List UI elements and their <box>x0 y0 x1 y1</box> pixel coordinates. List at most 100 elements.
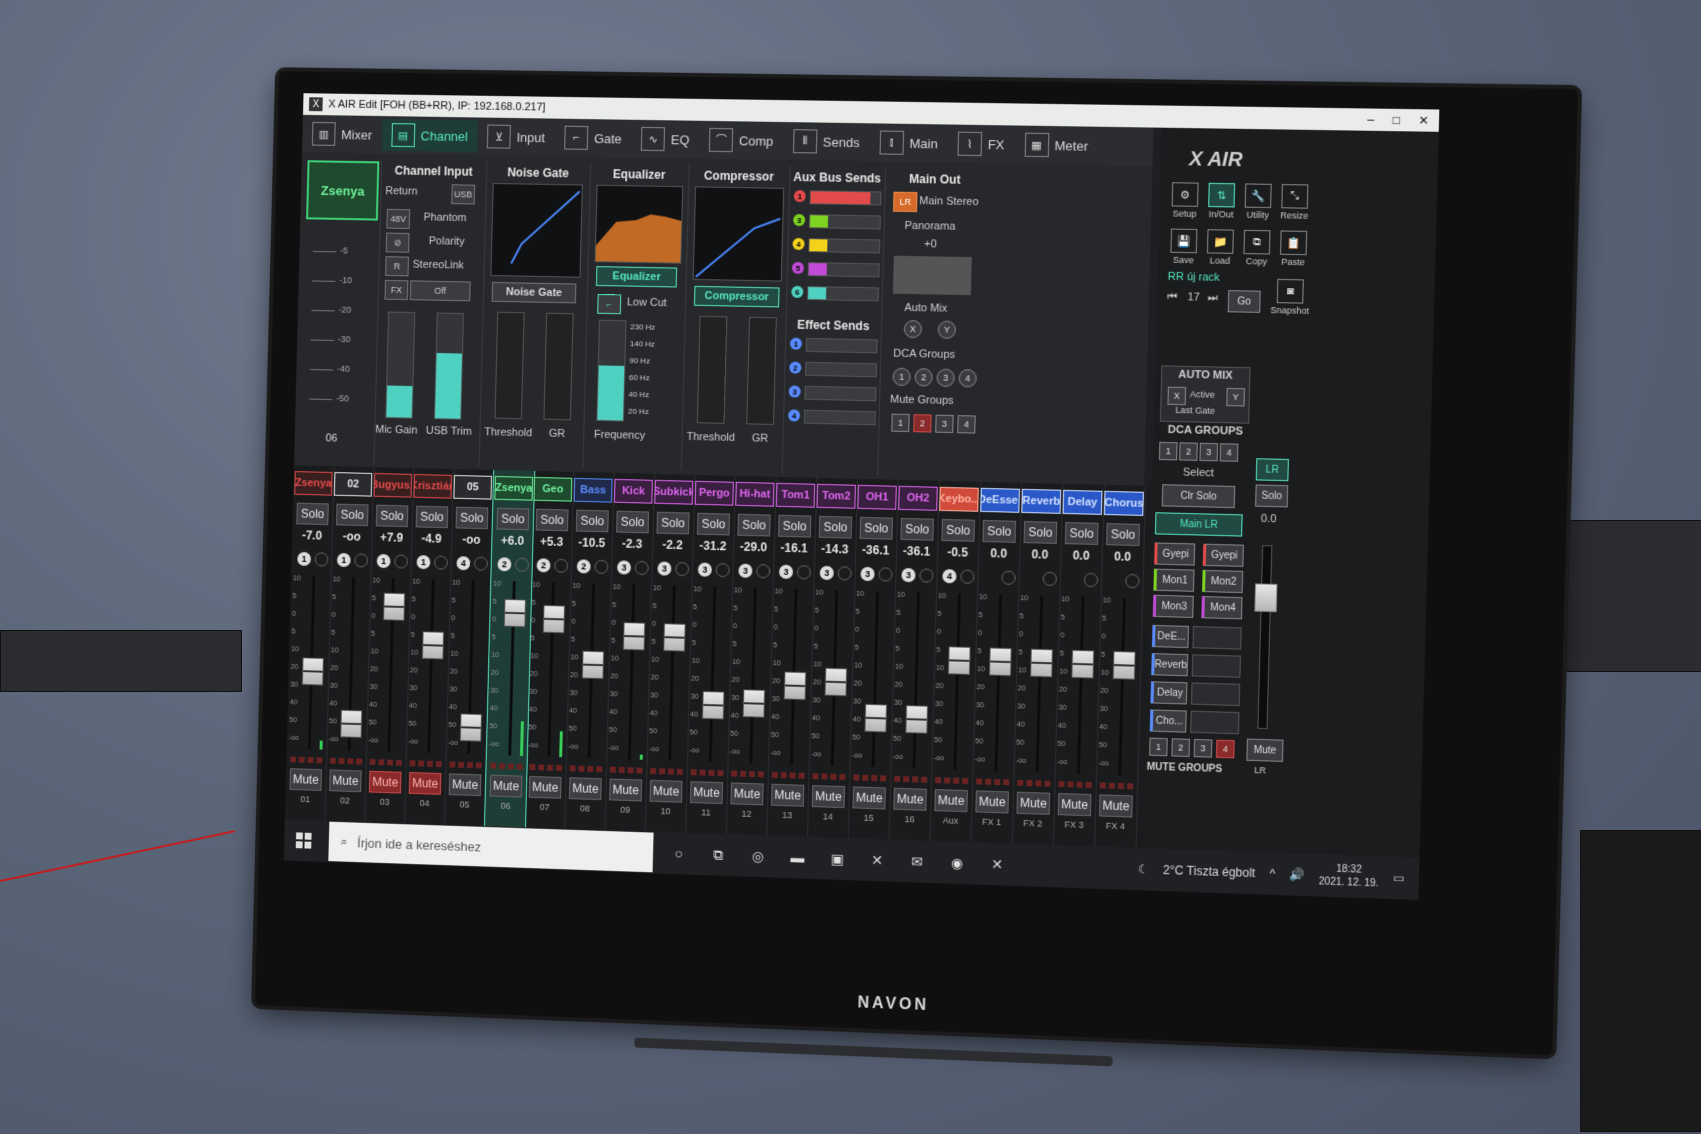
fx-send-fader[interactable] <box>805 337 878 354</box>
fader-track[interactable] <box>708 586 717 762</box>
solo-button[interactable]: Solo <box>616 510 650 534</box>
mute-group-1[interactable]: 1 <box>1149 737 1168 757</box>
explorer-icon[interactable]: ▬ <box>783 843 812 872</box>
mic-gain-meter[interactable] <box>385 311 416 419</box>
automix-x-button[interactable]: X <box>903 319 923 339</box>
solo-button[interactable]: Solo <box>656 511 690 535</box>
solo-button[interactable]: Solo <box>455 506 489 530</box>
bus-mon2-button[interactable]: Mon2 <box>1202 569 1244 594</box>
windows-start-icon[interactable] <box>295 832 312 849</box>
cortana-icon[interactable]: ○ <box>665 839 693 868</box>
tab-sends[interactable]: ⫴ Sends <box>783 125 870 158</box>
strip-dca-dot[interactable] <box>1001 570 1016 585</box>
tab-mixer[interactable]: ▥ Mixer <box>302 118 382 151</box>
solo-button[interactable]: Solo <box>415 505 449 529</box>
comp-threshold-fader[interactable] <box>696 315 728 424</box>
save-button[interactable]: 💾 Save <box>1164 228 1203 265</box>
solo-button[interactable]: Solo <box>737 513 771 537</box>
strip-name[interactable]: OH2 <box>898 485 938 511</box>
xair-icon[interactable]: ✕ <box>863 846 892 875</box>
mute-button[interactable]: Mute <box>489 774 523 798</box>
usb-trim-meter[interactable] <box>433 312 465 420</box>
strip-dca-badge[interactable]: 3 <box>860 566 875 582</box>
noise-gate-button[interactable]: Noise Gate <box>491 281 577 304</box>
fader-knob[interactable] <box>783 671 807 700</box>
low-cut-toggle[interactable]: ⌐ <box>597 293 622 315</box>
solo-button[interactable]: Solo <box>1023 520 1058 544</box>
strip-dca-dot[interactable] <box>634 560 649 576</box>
strip-dca-dot[interactable] <box>394 554 409 569</box>
fader-track[interactable] <box>912 592 921 769</box>
fader-knob[interactable] <box>383 592 406 621</box>
mute-button[interactable]: Mute <box>1057 793 1092 817</box>
strip-dca-dot[interactable] <box>715 562 730 578</box>
automix-x-toggle[interactable]: X <box>1167 386 1187 406</box>
strip-name[interactable]: OH1 <box>857 484 897 510</box>
lr-solo-button[interactable]: Solo <box>1255 484 1289 508</box>
dca-group-2[interactable]: 2 <box>1179 442 1198 461</box>
fx-return-2[interactable]: Delay <box>1150 681 1188 705</box>
fader-knob[interactable] <box>1112 650 1136 680</box>
fader-knob[interactable] <box>340 709 363 738</box>
strip-dca-dot[interactable] <box>756 564 771 579</box>
strip-dca-dot[interactable] <box>837 566 852 581</box>
fx-return-1[interactable]: Reverb <box>1151 653 1189 677</box>
bus-mon3-button[interactable]: Mon3 <box>1152 594 1194 618</box>
strip-name[interactable]: Zsenya <box>294 471 333 496</box>
taskbar-search-box[interactable]: ⌕ Írjon ide a kereséshez <box>328 821 654 873</box>
aux-send-fader[interactable] <box>807 262 880 278</box>
strip-name[interactable]: Kick <box>613 478 653 504</box>
tab-comp[interactable]: ⌒ Comp <box>699 124 784 157</box>
solo-button[interactable]: Solo <box>941 518 975 542</box>
aux-send-fader[interactable] <box>808 214 881 230</box>
dca-group-3[interactable]: 3 <box>1199 442 1219 462</box>
mute-button[interactable]: Mute <box>1016 791 1051 815</box>
main-out-mute-group-3[interactable]: 3 <box>935 414 954 434</box>
xair-icon-2[interactable]: ✕ <box>983 850 1012 879</box>
strip-name[interactable]: Reverb <box>1021 488 1062 514</box>
setup-button[interactable]: ⚙ Setup <box>1165 182 1204 219</box>
solo-button[interactable]: Solo <box>859 516 893 540</box>
strip-dca-dot[interactable] <box>433 555 448 570</box>
mute-button[interactable]: Mute <box>289 768 322 791</box>
solo-button[interactable]: Solo <box>496 507 530 531</box>
fader-knob[interactable] <box>421 630 445 660</box>
main-out-dca-1[interactable]: 1 <box>892 367 911 387</box>
strip-name[interactable]: Chorus <box>1103 490 1144 516</box>
gate-threshold-fader[interactable] <box>494 311 525 420</box>
strip-dca-badge[interactable]: 3 <box>738 563 753 578</box>
mute-button[interactable]: Mute <box>448 773 482 797</box>
fx-insert-button[interactable]: FX <box>384 279 409 301</box>
snapshot-next-icon[interactable]: ⏭ <box>1208 292 1218 305</box>
strip-name[interactable]: Hi-hat <box>735 481 775 507</box>
mute-button[interactable]: Mute <box>689 781 724 805</box>
fader-track[interactable] <box>749 587 757 764</box>
lr-fader[interactable] <box>1254 583 1278 613</box>
main-out-dca-4[interactable]: 4 <box>958 369 977 388</box>
tab-gate[interactable]: ⌐ Gate <box>554 122 632 155</box>
insert-select[interactable]: Off <box>409 280 471 302</box>
bus-gyepi-button[interactable]: Gyepi <box>1202 543 1244 567</box>
copy-button[interactable]: ⧉ Copy <box>1237 229 1277 267</box>
mute-button[interactable]: Mute <box>1098 794 1133 818</box>
mute-button[interactable]: Mute <box>811 785 846 809</box>
equalizer-button[interactable]: Equalizer <box>595 266 678 288</box>
aux-send-fader[interactable] <box>809 190 882 206</box>
mute-button[interactable]: Mute <box>368 770 402 794</box>
strip-dca-dot[interactable] <box>919 568 934 583</box>
mute-button[interactable]: Mute <box>528 775 562 799</box>
fader-knob[interactable] <box>824 667 848 697</box>
eq-graph[interactable] <box>594 184 684 264</box>
tab-fx[interactable]: ⌇ FX <box>947 127 1015 160</box>
fader-knob[interactable] <box>742 689 766 718</box>
fader-knob[interactable] <box>947 645 971 675</box>
fader-knob[interactable] <box>1030 648 1053 677</box>
fx-return-0[interactable]: DeE... <box>1151 624 1189 649</box>
strip-dca-dot[interactable] <box>1083 572 1099 588</box>
strip-dca-badge[interactable]: 3 <box>616 560 632 575</box>
solo-button[interactable]: Solo <box>335 503 369 527</box>
strip-dca-badge[interactable]: 3 <box>901 567 916 583</box>
strip-dca-dot[interactable] <box>1042 571 1058 587</box>
solo-button[interactable]: Solo <box>375 504 409 528</box>
low-cut-frequency-fader[interactable] <box>596 319 627 422</box>
